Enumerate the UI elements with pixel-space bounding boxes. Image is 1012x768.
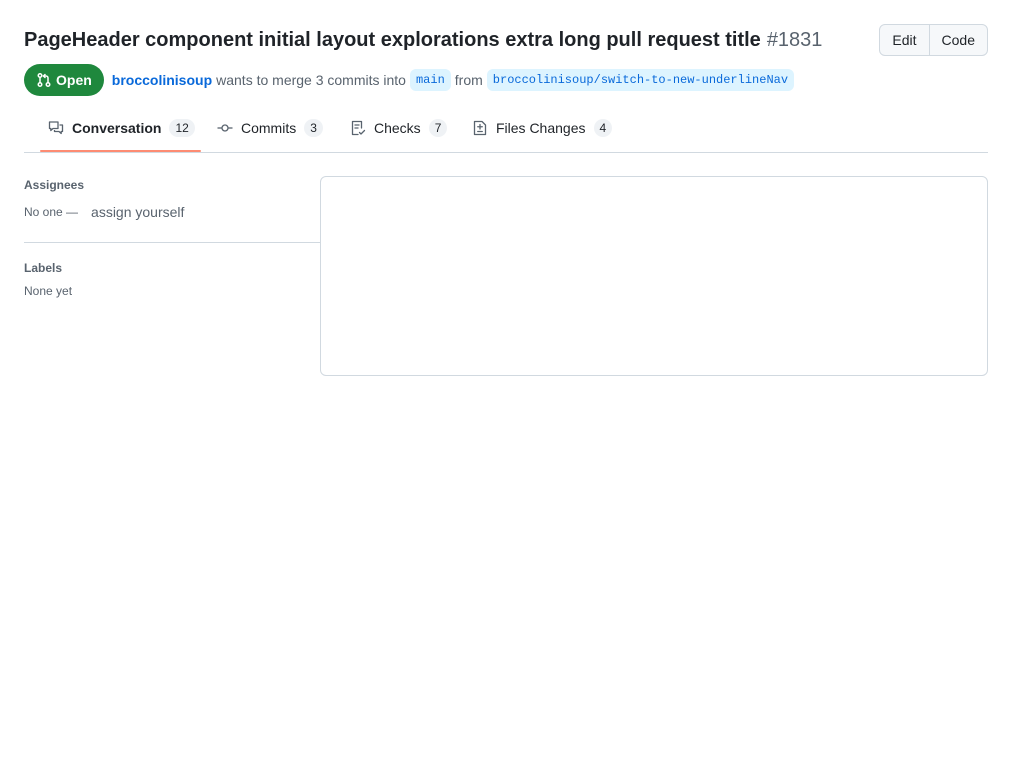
sidebar: Assignees No one — assign yourself Label… [24, 176, 320, 298]
tab-label: Checks [374, 120, 421, 136]
author-link[interactable]: broccolinisoup [112, 72, 212, 88]
page: PageHeader component initial layout expl… [24, 0, 988, 768]
base-branch[interactable]: main [409, 69, 451, 91]
assignees-row: No one — assign yourself [24, 202, 320, 222]
head-branch[interactable]: broccolinisoup/switch-to-new-underlineNa… [486, 69, 795, 91]
labels-heading: Labels [24, 261, 63, 275]
from-text: from [454, 72, 483, 88]
page-title: PageHeader component initial layout expl… [24, 27, 822, 53]
code-button[interactable]: Code [928, 24, 988, 56]
comment-discussion-icon [48, 121, 64, 135]
git-pull-request-icon [37, 73, 51, 87]
tab-checks[interactable]: Checks 7 [350, 104, 448, 152]
checklist-icon [351, 120, 366, 136]
merge-text: wants to merge 3 commits into [216, 72, 406, 88]
assignees-heading: Assignees [24, 178, 85, 192]
pr-number: #1831 [766, 29, 823, 51]
tab-conversation[interactable]: Conversation 12 [48, 104, 195, 152]
tab-counter: 7 [428, 119, 448, 137]
status-label: Open [56, 72, 92, 88]
tab-commits[interactable]: Commits 3 [217, 104, 323, 152]
tab-counter: 3 [304, 119, 323, 137]
edit-button[interactable]: Edit [879, 24, 930, 56]
title-row: PageHeader component initial layout expl… [24, 24, 988, 56]
tab-counter: 4 [593, 119, 613, 137]
assignees-value: No one — [24, 205, 79, 219]
tab-label: Conversation [72, 120, 162, 136]
pr-tabs: Conversation 12 Commits 3 Checks 7 Files… [24, 104, 988, 153]
labels-section: Labels None yet [24, 243, 320, 298]
tab-files-changed[interactable]: Files Changes 4 [472, 104, 613, 152]
pr-meta: Open broccolinisoup wants to merge 3 com… [24, 64, 798, 96]
assign-yourself-link[interactable]: assign yourself [91, 204, 184, 220]
pr-title: PageHeader component initial layout expl… [24, 29, 761, 51]
assignees-section: Assignees No one — assign yourself [24, 176, 320, 243]
main-content-box [320, 176, 988, 376]
selected-tab-indicator [40, 150, 201, 152]
status-badge: Open [24, 64, 104, 96]
file-diff-icon [473, 120, 487, 136]
labels-value: None yet [24, 284, 73, 298]
tab-label: Commits [241, 120, 297, 136]
merge-description: broccolinisoup wants to merge 3 commits … [112, 69, 798, 91]
git-commit-icon [217, 124, 233, 132]
tab-counter: 12 [169, 119, 195, 137]
tab-label: Files Changes [496, 120, 586, 136]
header-actions: Edit Code [879, 24, 988, 56]
